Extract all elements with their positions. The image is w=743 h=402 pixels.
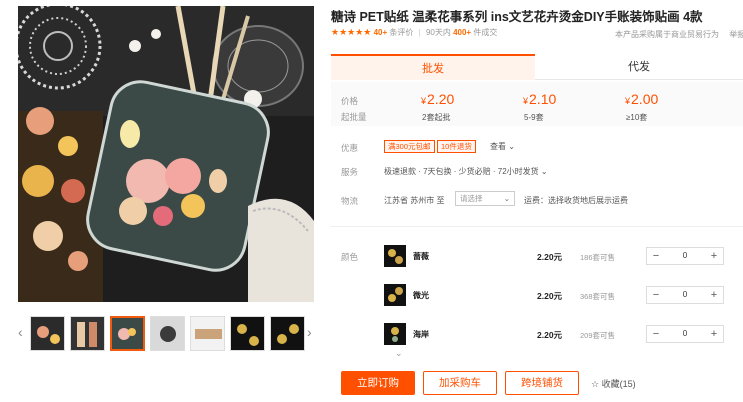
sold-label: 件成交 xyxy=(473,28,498,37)
sku-stock: 209套可售 xyxy=(580,331,616,340)
minus-button[interactable]: − xyxy=(647,287,665,303)
plus-button[interactable]: + xyxy=(705,287,723,303)
sku-name: 海岸 xyxy=(413,330,429,339)
qty-label: 起批量 xyxy=(341,112,367,122)
star-icon: ★★★★★ xyxy=(331,27,372,37)
qty-tier-2: 5-9套 xyxy=(524,113,544,122)
sku-price: 2.20元 xyxy=(537,330,563,340)
sku-thumbnail[interactable] xyxy=(384,284,406,306)
destination-select[interactable]: 请选择 ⌄ xyxy=(455,191,515,206)
sku-stock: 368套可售 xyxy=(580,292,616,301)
price-tier-1: ¥2.20 xyxy=(421,91,455,107)
quantity-input[interactable]: 0 xyxy=(665,287,705,303)
buy-now-button[interactable]: 立即订购 xyxy=(341,371,415,395)
quantity-stepper: − 0 + xyxy=(646,325,724,343)
thumbnail[interactable] xyxy=(70,316,105,351)
chevron-down-icon: ⌄ xyxy=(508,142,515,151)
reviews-count[interactable]: 40+ xyxy=(374,28,388,37)
tab-wholesale[interactable]: 批发 xyxy=(331,54,535,80)
favorite-button[interactable]: ☆ 收藏(15) xyxy=(591,377,636,390)
chevron-right-icon[interactable]: › xyxy=(307,324,312,340)
quantity-stepper: − 0 + xyxy=(646,247,724,265)
favorite-label: 收藏(15) xyxy=(601,379,636,389)
sku-name: 蔷薇 xyxy=(413,252,429,261)
quantity-input[interactable]: 0 xyxy=(665,326,705,342)
shipping-fee-text: 运费：选择收货地后展示运费 xyxy=(524,196,628,205)
thumbnail-active[interactable] xyxy=(110,316,145,351)
star-outline-icon: ☆ xyxy=(591,379,600,389)
color-label: 颜色 xyxy=(341,252,359,262)
quantity-input[interactable]: 0 xyxy=(665,248,705,264)
trade-notice: 本产品采购属于商业贸易行为 举报 xyxy=(615,29,743,40)
price-tier-3: ¥2.00 xyxy=(625,91,659,107)
chevron-down-icon: ⌄ xyxy=(540,167,548,176)
minus-button[interactable]: − xyxy=(647,248,665,264)
promo-tag-shipping[interactable]: 满300元包邮 xyxy=(384,140,435,153)
chevron-left-icon[interactable]: ‹ xyxy=(18,324,23,340)
sku-price: 2.20元 xyxy=(537,291,563,301)
chevron-down-icon: ⌄ xyxy=(503,194,510,203)
sku-name: 微光 xyxy=(413,291,429,300)
plus-button[interactable]: + xyxy=(705,248,723,264)
cross-border-button[interactable]: 跨境铺货 xyxy=(505,371,579,395)
rating-row: ★★★★★ 40+ 条评价 | 90天内 400+ 件成交 xyxy=(331,27,498,37)
sku-thumbnail[interactable] xyxy=(384,245,406,267)
chevron-down-icon[interactable]: ⌄ xyxy=(395,348,403,359)
quantity-stepper: − 0 + xyxy=(646,286,724,304)
tab-dropship[interactable]: 代发 xyxy=(535,54,743,80)
promo-label: 优惠 xyxy=(341,143,359,153)
price-tier-2: ¥2.10 xyxy=(523,91,557,107)
shipping-label: 物流 xyxy=(341,196,359,206)
ship-from: 江苏省 苏州市 至 xyxy=(384,196,445,205)
thumbnail[interactable] xyxy=(230,316,265,351)
price-label: 价格 xyxy=(341,96,359,106)
sku-stock: 186套可售 xyxy=(580,253,616,262)
add-to-cart-button[interactable]: 加采购车 xyxy=(423,371,497,395)
sku-row: 海岸 2.20元 209套可售 − 0 + xyxy=(384,323,743,349)
product-main-image[interactable] xyxy=(18,6,314,302)
sku-price: 2.20元 xyxy=(537,252,563,262)
product-title: 糖诗 PET贴纸 温柔花事系列 ins文艺花卉烫金DIY手账装饰贴画 4款 xyxy=(331,10,703,24)
thumbnail-strip: ‹ › xyxy=(18,312,316,352)
sku-row: 蔷薇 2.20元 186套可售 − 0 + xyxy=(384,245,743,271)
qty-tier-1: 2套起批 xyxy=(422,113,451,122)
thumbnail[interactable] xyxy=(190,316,225,351)
divider xyxy=(331,226,743,227)
promo-tag-return[interactable]: 10件退货 xyxy=(437,140,476,153)
minus-button[interactable]: − xyxy=(647,326,665,342)
thumbnail[interactable] xyxy=(30,316,65,351)
promo-dropdown[interactable]: 查看 ⌄ xyxy=(490,141,515,152)
price-box: 价格 起批量 ¥2.20 2套起批 ¥2.10 5-9套 ¥2.00 ≥10套 xyxy=(331,82,743,126)
qty-tier-3: ≥10套 xyxy=(626,113,648,122)
purchase-mode-tabs: 批发 代发 xyxy=(331,54,743,80)
report-link[interactable]: 举报 xyxy=(729,30,743,39)
trade-notice-text: 本产品采购属于商业贸易行为 xyxy=(615,30,719,39)
sku-row: 微光 2.20元 368套可售 − 0 + xyxy=(384,284,743,310)
service-label: 服务 xyxy=(341,167,359,177)
product-photo xyxy=(18,6,314,302)
thumbnail[interactable] xyxy=(150,316,185,351)
thumbnail[interactable] xyxy=(270,316,305,351)
reviews-label: 条评价 xyxy=(389,28,414,37)
plus-button[interactable]: + xyxy=(705,326,723,342)
service-text[interactable]: 极速退款 · 7天包换 · 少货必赔 · 72小时发货 ⌄ xyxy=(384,166,548,177)
sku-thumbnail[interactable] xyxy=(384,323,406,345)
period-label: 90天内 xyxy=(425,28,451,37)
sold-count: 400+ xyxy=(453,28,472,37)
